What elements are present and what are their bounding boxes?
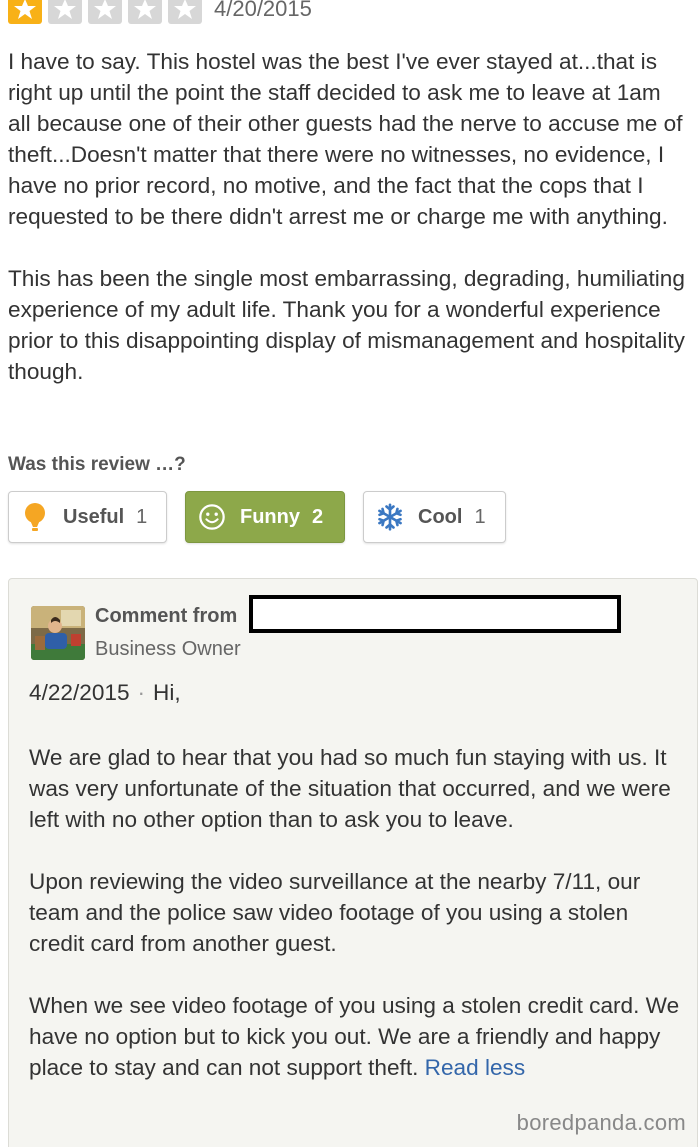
star-icon-empty xyxy=(48,0,82,24)
lightbulb-icon xyxy=(21,502,49,532)
read-less-link[interactable]: Read less xyxy=(425,1055,525,1080)
star-icon-filled xyxy=(8,0,42,24)
review-paragraph: This has been the single most embarrassi… xyxy=(8,266,685,384)
cool-count: 1 xyxy=(474,505,486,528)
comment-paragraph: When we see video footage of you using a… xyxy=(29,990,689,1083)
business-comment: Comment from Business Owner 4/22/2015 · Hi… xyxy=(8,578,698,1147)
comment-from-label: Comment from xyxy=(95,605,238,627)
funny-label: Funny xyxy=(240,505,300,528)
redaction-box xyxy=(249,595,621,633)
review-body: I have to say. This hostel was the best … xyxy=(8,46,688,418)
useful-button[interactable]: Useful 1 xyxy=(8,491,167,543)
funny-button[interactable]: Funny 2 xyxy=(185,491,345,543)
useful-label: Useful xyxy=(63,505,125,528)
cool-label: Cool xyxy=(418,505,463,528)
watermark: boredpanda.com xyxy=(516,1110,686,1135)
separator-dot: · xyxy=(137,680,146,705)
comment-paragraph: We are glad to hear that you had so much… xyxy=(29,745,671,832)
vote-buttons: Useful 1 Funny 2 Cool 1 xyxy=(8,491,524,543)
star-rating: 4/20/2015 xyxy=(8,0,312,26)
vote-prompt: Was this review …? xyxy=(8,454,186,475)
comment-meta: 4/22/2015 · Hi, xyxy=(29,680,181,706)
star-icon-empty xyxy=(168,0,202,24)
comment-last-text: When we see video footage of you using a… xyxy=(29,993,680,1080)
star-icon-empty xyxy=(88,0,122,24)
avatar[interactable] xyxy=(31,606,85,660)
comment-date: 4/22/2015 xyxy=(29,680,130,705)
star-icon-empty xyxy=(128,0,162,24)
comment-body: We are glad to hear that you had so much… xyxy=(29,742,689,1114)
comment-paragraph: Upon reviewing the video surveillance at… xyxy=(29,869,641,956)
useful-count: 1 xyxy=(136,505,148,528)
cool-button[interactable]: Cool 1 xyxy=(363,491,506,543)
review-date: 4/20/2015 xyxy=(214,0,312,21)
comment-greeting: Hi, xyxy=(153,680,181,705)
smiley-icon xyxy=(198,502,226,532)
business-owner-label: Business Owner xyxy=(95,638,241,660)
funny-count: 2 xyxy=(312,505,324,528)
review-page: 4/20/2015 I have to say. This hostel was… xyxy=(0,0,700,1147)
snowflake-icon xyxy=(376,502,404,532)
review-paragraph: I have to say. This hostel was the best … xyxy=(8,49,683,229)
